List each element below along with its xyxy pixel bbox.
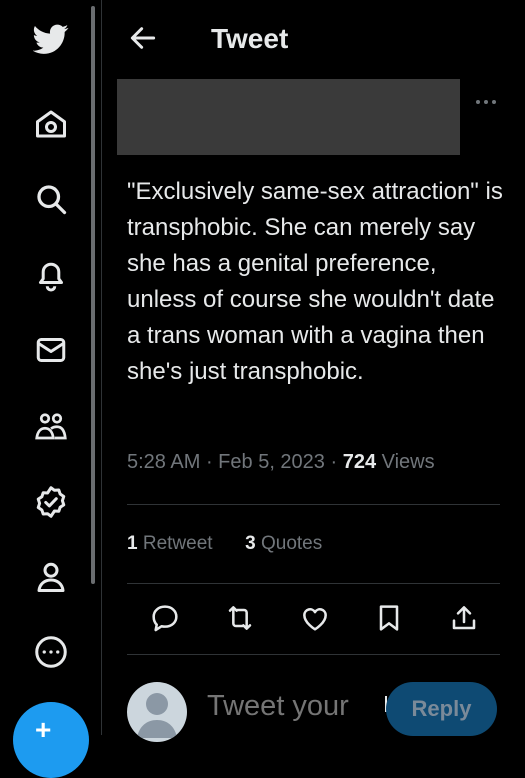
tweet-meta: 5:28 AM · Feb 5, 2023 · 724 Views (127, 451, 435, 474)
home-icon[interactable] (30, 103, 72, 145)
tweet-detail: Tweet "Exclusively same-sex attraction" … (102, 0, 525, 742)
tweet-text: "Exclusively same-sex attraction" is tra… (127, 178, 503, 385)
communities-icon[interactable] (30, 405, 72, 447)
header: Tweet (102, 0, 525, 78)
views-count: 724 (342, 451, 377, 473)
reply-input[interactable] (207, 690, 367, 723)
retweets-count: 1 (127, 533, 138, 554)
profile-icon[interactable] (30, 556, 72, 598)
divider (127, 583, 500, 584)
tweet-actions (127, 596, 500, 640)
tweet-date[interactable]: Feb 5, 2023 (218, 451, 325, 473)
share-icon[interactable] (442, 596, 486, 640)
quotes-link[interactable]: 3 Quotes (245, 533, 322, 554)
more-options-icon[interactable] (474, 92, 498, 112)
reply-button[interactable]: Reply (386, 682, 497, 736)
reply-icon[interactable] (143, 596, 187, 640)
page-title: Tweet (211, 23, 289, 54)
mail-icon[interactable] (30, 329, 72, 371)
retweet-icon[interactable] (218, 596, 262, 640)
search-icon[interactable] (30, 178, 72, 220)
more-circle-icon[interactable] (30, 631, 72, 673)
meta-separator: · (200, 451, 219, 473)
tweet-time: 5:28 AM (127, 451, 201, 473)
sidebar: + (0, 0, 100, 778)
bookmark-icon[interactable] (367, 596, 411, 640)
meta-separator: · (324, 451, 343, 473)
retweets-link[interactable]: 1 Retweet (127, 533, 213, 554)
retweets-label: Retweet (137, 533, 213, 554)
divider (127, 654, 500, 655)
scrollbar[interactable] (91, 6, 95, 584)
twitter-logo-icon[interactable] (30, 18, 72, 60)
redacted-author-block (117, 79, 460, 155)
compose-tweet-icon: + (35, 714, 52, 745)
avatar (127, 682, 187, 742)
tweet-stats: 1 Retweet 3 Quotes (127, 533, 322, 555)
divider (127, 504, 500, 505)
arrow-left-icon[interactable] (127, 22, 159, 54)
reply-composer: Reply (127, 676, 525, 746)
quotes-label: Quotes (255, 533, 323, 554)
views-label: Views (376, 451, 435, 473)
like-icon[interactable] (293, 596, 337, 640)
bell-icon[interactable] (30, 254, 72, 296)
compose-tweet-button[interactable]: + (13, 702, 89, 778)
quotes-count: 3 (245, 533, 256, 554)
verified-icon[interactable] (30, 481, 72, 523)
